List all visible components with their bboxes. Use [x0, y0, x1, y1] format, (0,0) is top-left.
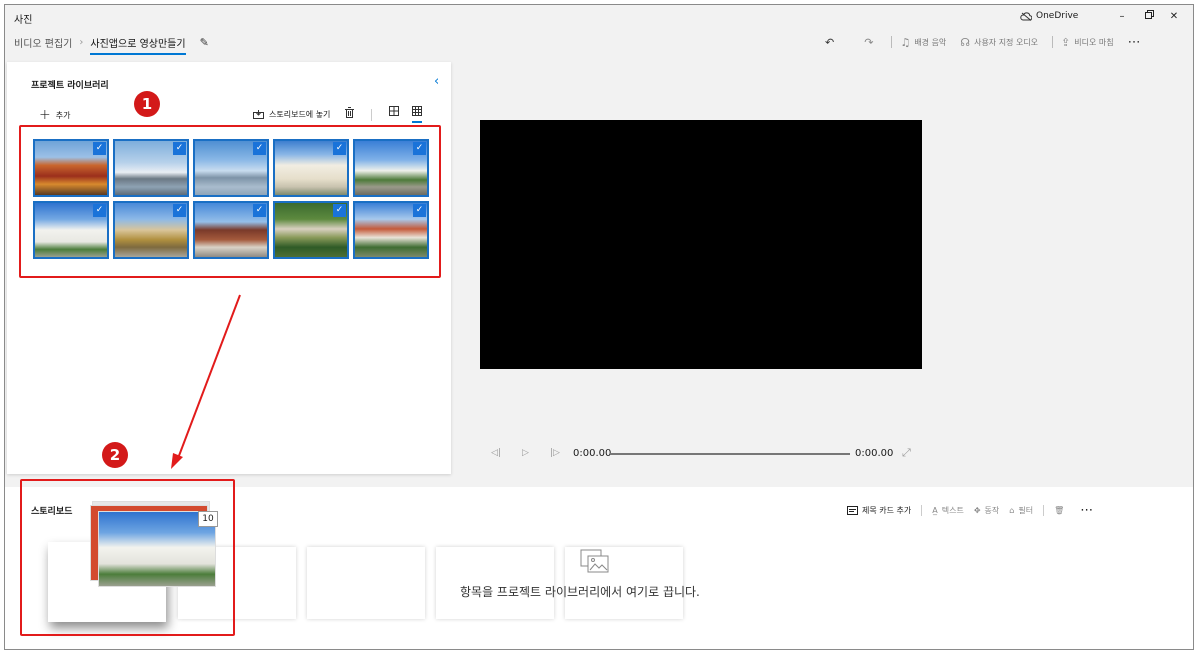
app-window: 사진 OneDrive – ✕ 비디오 편집기 › 사진앱으로 영상만들기 ✎ …	[4, 4, 1194, 650]
annotation-arrow	[171, 294, 241, 469]
